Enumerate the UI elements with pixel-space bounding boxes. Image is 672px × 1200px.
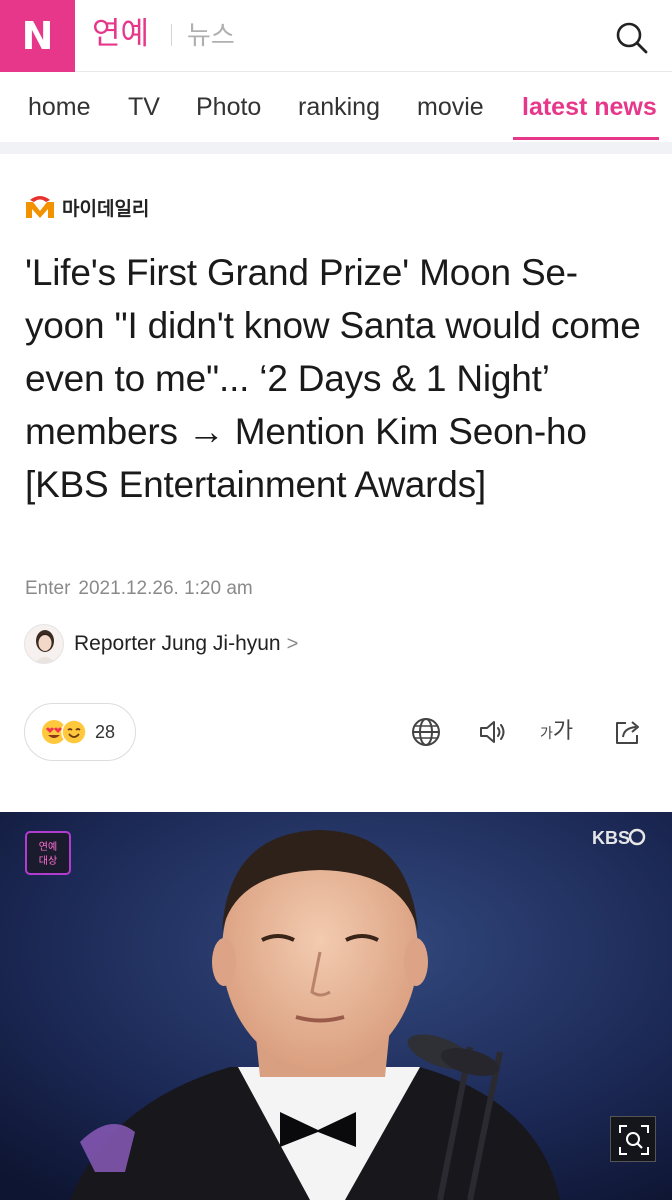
tab-latest-news[interactable]: latest news bbox=[522, 90, 657, 124]
font-small-glyph: 가 bbox=[540, 726, 553, 742]
search-icon[interactable] bbox=[612, 18, 652, 58]
chevron-right-icon: > bbox=[286, 632, 299, 655]
tab-movie[interactable]: movie bbox=[417, 90, 484, 124]
font-big-glyph: 가 bbox=[552, 719, 574, 744]
article-photo[interactable]: 연예 대상 KBS bbox=[0, 812, 672, 1200]
tab-ranking[interactable]: ranking bbox=[298, 90, 380, 124]
speaker-icon[interactable] bbox=[477, 716, 509, 748]
press-info[interactable]: 마이데일리 bbox=[24, 190, 149, 224]
article-date: Enter 2021.12.26. 1:20 am bbox=[25, 576, 253, 602]
tab-photo[interactable]: Photo bbox=[196, 90, 261, 124]
header-divider bbox=[171, 24, 172, 46]
active-tab-indicator bbox=[513, 137, 659, 140]
font-size-button[interactable]: 가가 bbox=[540, 714, 573, 752]
date-value: 2021.12.26. 1:20 am bbox=[78, 578, 253, 599]
reaction-count: 28 bbox=[95, 721, 116, 742]
section-subtitle[interactable]: 뉴스 bbox=[187, 18, 235, 54]
top-bar: N 연예 뉴스 bbox=[0, 0, 672, 72]
globe-icon[interactable] bbox=[410, 716, 442, 748]
tab-tv[interactable]: TV bbox=[128, 90, 160, 124]
svg-text:대상: 대상 bbox=[39, 855, 57, 867]
awards-photo-illustration: 연예 대상 KBS bbox=[0, 812, 672, 1200]
reporter-link[interactable]: Reporter Jung Ji-hyun > bbox=[24, 624, 298, 664]
share-icon[interactable] bbox=[612, 716, 644, 748]
press-name: 마이데일리 bbox=[62, 197, 150, 220]
tab-home[interactable]: home bbox=[28, 90, 91, 124]
naver-logo[interactable]: N bbox=[0, 0, 75, 72]
zoom-icon[interactable] bbox=[610, 1116, 656, 1162]
date-label: Enter bbox=[25, 578, 71, 599]
reporter-name: Reporter Jung Ji-hyun bbox=[74, 632, 281, 655]
article-headline: 'Life's First Grand Prize' Moon Se-yoon … bbox=[25, 252, 641, 505]
reaction-button[interactable]: 28 bbox=[24, 703, 136, 761]
reporter-avatar bbox=[24, 624, 64, 664]
section-title[interactable]: 연예 bbox=[92, 14, 149, 54]
show-badge-text: 연예 bbox=[39, 841, 57, 853]
category-tabs: home TV Photo ranking movie latest news bbox=[0, 72, 672, 142]
section-separator bbox=[0, 142, 672, 154]
kbs-logo: KBS bbox=[592, 828, 630, 848]
mydaily-logo-icon bbox=[26, 196, 54, 218]
smile-emoji-icon bbox=[61, 719, 87, 745]
